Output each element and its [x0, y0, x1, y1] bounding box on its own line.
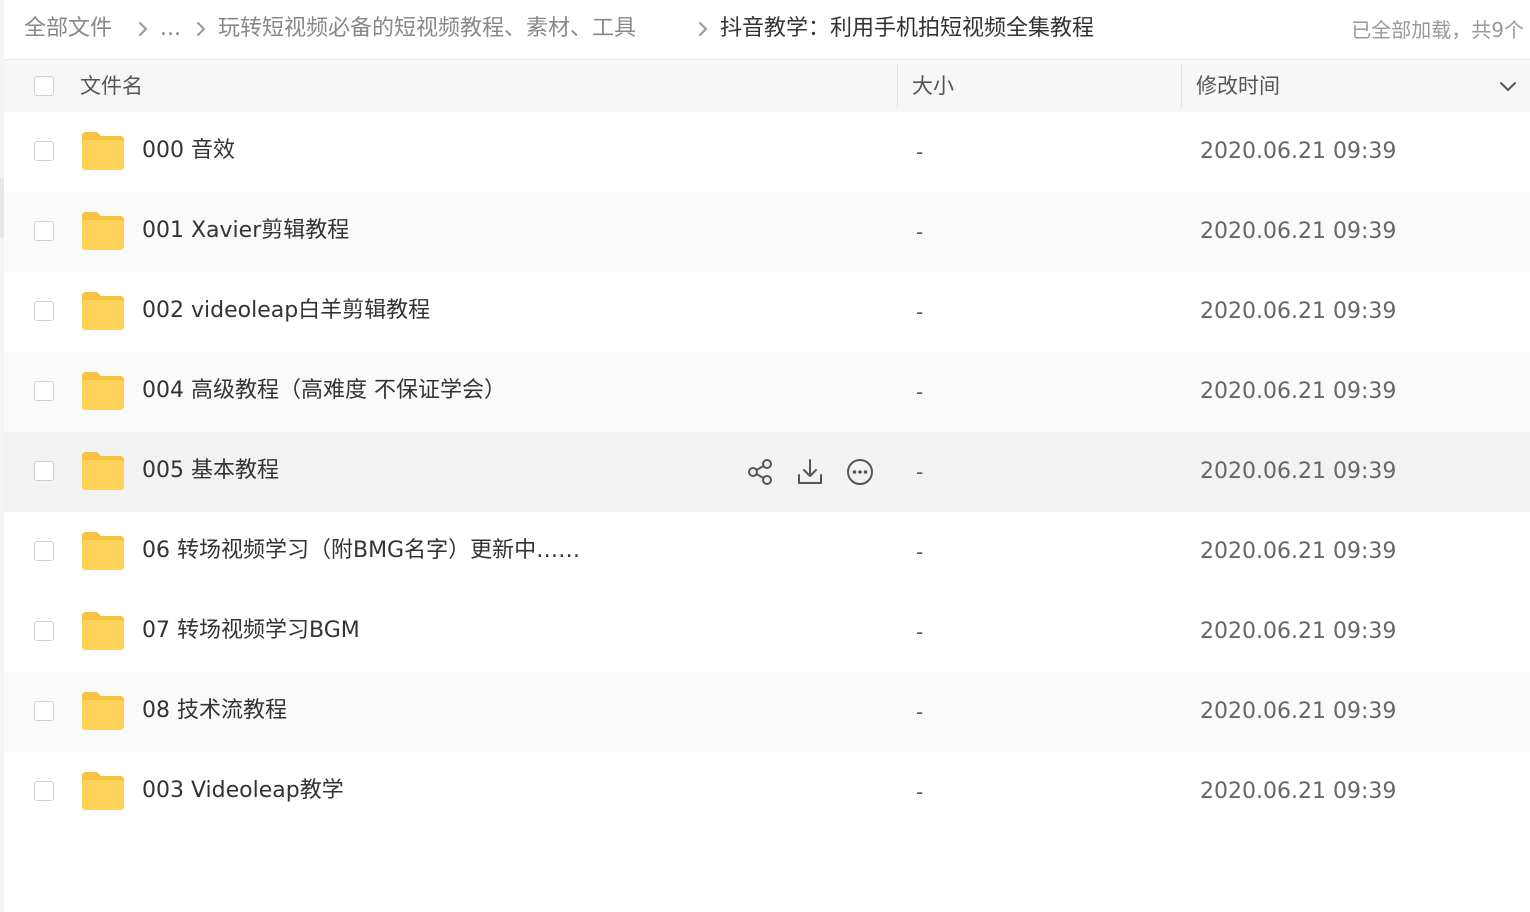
- chevron-right-icon: [694, 20, 712, 38]
- file-size: -: [916, 300, 924, 324]
- file-browser: 全部文件 ... 玩转短视频必备的短视频教程、素材、工具 抖音教学：利用手机拍短…: [4, 0, 1530, 912]
- file-modified-time: 2020.06.21 09:39: [1200, 139, 1397, 164]
- breadcrumb-root[interactable]: 全部文件: [24, 14, 112, 44]
- folder-icon: [82, 612, 124, 650]
- file-modified-time: 2020.06.21 09:39: [1200, 219, 1397, 244]
- row-checkbox[interactable]: [34, 141, 54, 161]
- row-checkbox[interactable]: [34, 221, 54, 241]
- row-checkbox[interactable]: [34, 301, 54, 321]
- table-row[interactable]: 08 技术流教程 - 2020.06.21 09:39: [4, 672, 1530, 752]
- column-divider[interactable]: [897, 64, 898, 108]
- download-icon[interactable]: [794, 456, 826, 488]
- more-icon[interactable]: [844, 456, 876, 488]
- folder-icon: [82, 212, 124, 250]
- file-size: -: [916, 140, 924, 164]
- file-name[interactable]: 07 转场视频学习BGM: [142, 616, 360, 646]
- file-size: -: [916, 620, 924, 644]
- chevron-right-icon: [192, 20, 210, 38]
- column-header-modified[interactable]: 修改时间: [1196, 72, 1280, 100]
- file-modified-time: 2020.06.21 09:39: [1200, 779, 1397, 804]
- table-row[interactable]: 005 基本教程 - 2020.06.21 09:39: [4, 432, 1530, 512]
- file-list: 000 音效 - 2020.06.21 09:39 001 Xavier剪辑教程…: [4, 112, 1530, 832]
- row-checkbox[interactable]: [34, 381, 54, 401]
- file-size: -: [916, 460, 924, 484]
- select-all-checkbox[interactable]: [34, 76, 54, 96]
- file-size: -: [916, 700, 924, 724]
- file-modified-time: 2020.06.21 09:39: [1200, 299, 1397, 324]
- file-size: -: [916, 220, 924, 244]
- folder-icon: [82, 372, 124, 410]
- chevron-down-icon[interactable]: [1498, 76, 1518, 96]
- folder-icon: [82, 532, 124, 570]
- breadcrumb-parent[interactable]: 玩转短视频必备的短视频教程、素材、工具: [218, 14, 636, 44]
- table-row[interactable]: 001 Xavier剪辑教程 - 2020.06.21 09:39: [4, 192, 1530, 272]
- file-modified-time: 2020.06.21 09:39: [1200, 699, 1397, 724]
- share-icon[interactable]: [744, 456, 776, 488]
- file-size: -: [916, 540, 924, 564]
- load-status: 已全部加载，共9个: [1351, 18, 1524, 42]
- row-checkbox[interactable]: [34, 461, 54, 481]
- file-name[interactable]: 005 基本教程: [142, 456, 279, 486]
- table-row[interactable]: 003 Videoleap教学 - 2020.06.21 09:39: [4, 752, 1530, 832]
- file-name[interactable]: 003 Videoleap教学: [142, 776, 344, 806]
- folder-icon: [82, 772, 124, 810]
- file-name[interactable]: 002 videoleap白羊剪辑教程: [142, 296, 430, 326]
- folder-icon: [82, 132, 124, 170]
- breadcrumb-ellipsis[interactable]: ...: [160, 14, 181, 44]
- breadcrumb-current: 抖音教学：利用手机拍短视频全集教程: [720, 16, 1095, 41]
- file-size: -: [916, 380, 924, 404]
- row-checkbox[interactable]: [34, 701, 54, 721]
- chevron-right-icon: [134, 20, 152, 38]
- file-name[interactable]: 001 Xavier剪辑教程: [142, 216, 349, 246]
- file-name[interactable]: 000 音效: [142, 136, 235, 166]
- folder-icon: [82, 692, 124, 730]
- table-row[interactable]: 07 转场视频学习BGM - 2020.06.21 09:39: [4, 592, 1530, 672]
- table-row[interactable]: 06 转场视频学习（附BMG名字）更新中…… - 2020.06.21 09:3…: [4, 512, 1530, 592]
- file-name[interactable]: 06 转场视频学习（附BMG名字）更新中……: [142, 536, 580, 566]
- breadcrumb: 全部文件 ... 玩转短视频必备的短视频教程、素材、工具 抖音教学：利用手机拍短…: [4, 0, 1530, 60]
- folder-icon: [82, 452, 124, 490]
- folder-icon: [82, 292, 124, 330]
- file-modified-time: 2020.06.21 09:39: [1200, 619, 1397, 644]
- row-checkbox[interactable]: [34, 541, 54, 561]
- row-checkbox[interactable]: [34, 621, 54, 641]
- column-header-size[interactable]: 大小: [912, 72, 954, 100]
- column-divider[interactable]: [1181, 64, 1182, 108]
- table-row[interactable]: 000 音效 - 2020.06.21 09:39: [4, 112, 1530, 192]
- file-name[interactable]: 004 高级教程（高难度 不保证学会）: [142, 376, 506, 406]
- file-modified-time: 2020.06.21 09:39: [1200, 459, 1397, 484]
- table-header: 文件名 大小 修改时间: [4, 60, 1530, 112]
- table-row[interactable]: 002 videoleap白羊剪辑教程 - 2020.06.21 09:39: [4, 272, 1530, 352]
- file-modified-time: 2020.06.21 09:39: [1200, 539, 1397, 564]
- row-checkbox[interactable]: [34, 781, 54, 801]
- table-row[interactable]: 004 高级教程（高难度 不保证学会） - 2020.06.21 09:39: [4, 352, 1530, 432]
- file-modified-time: 2020.06.21 09:39: [1200, 379, 1397, 404]
- column-header-name[interactable]: 文件名: [80, 72, 143, 100]
- file-size: -: [916, 780, 924, 804]
- file-name[interactable]: 08 技术流教程: [142, 696, 287, 726]
